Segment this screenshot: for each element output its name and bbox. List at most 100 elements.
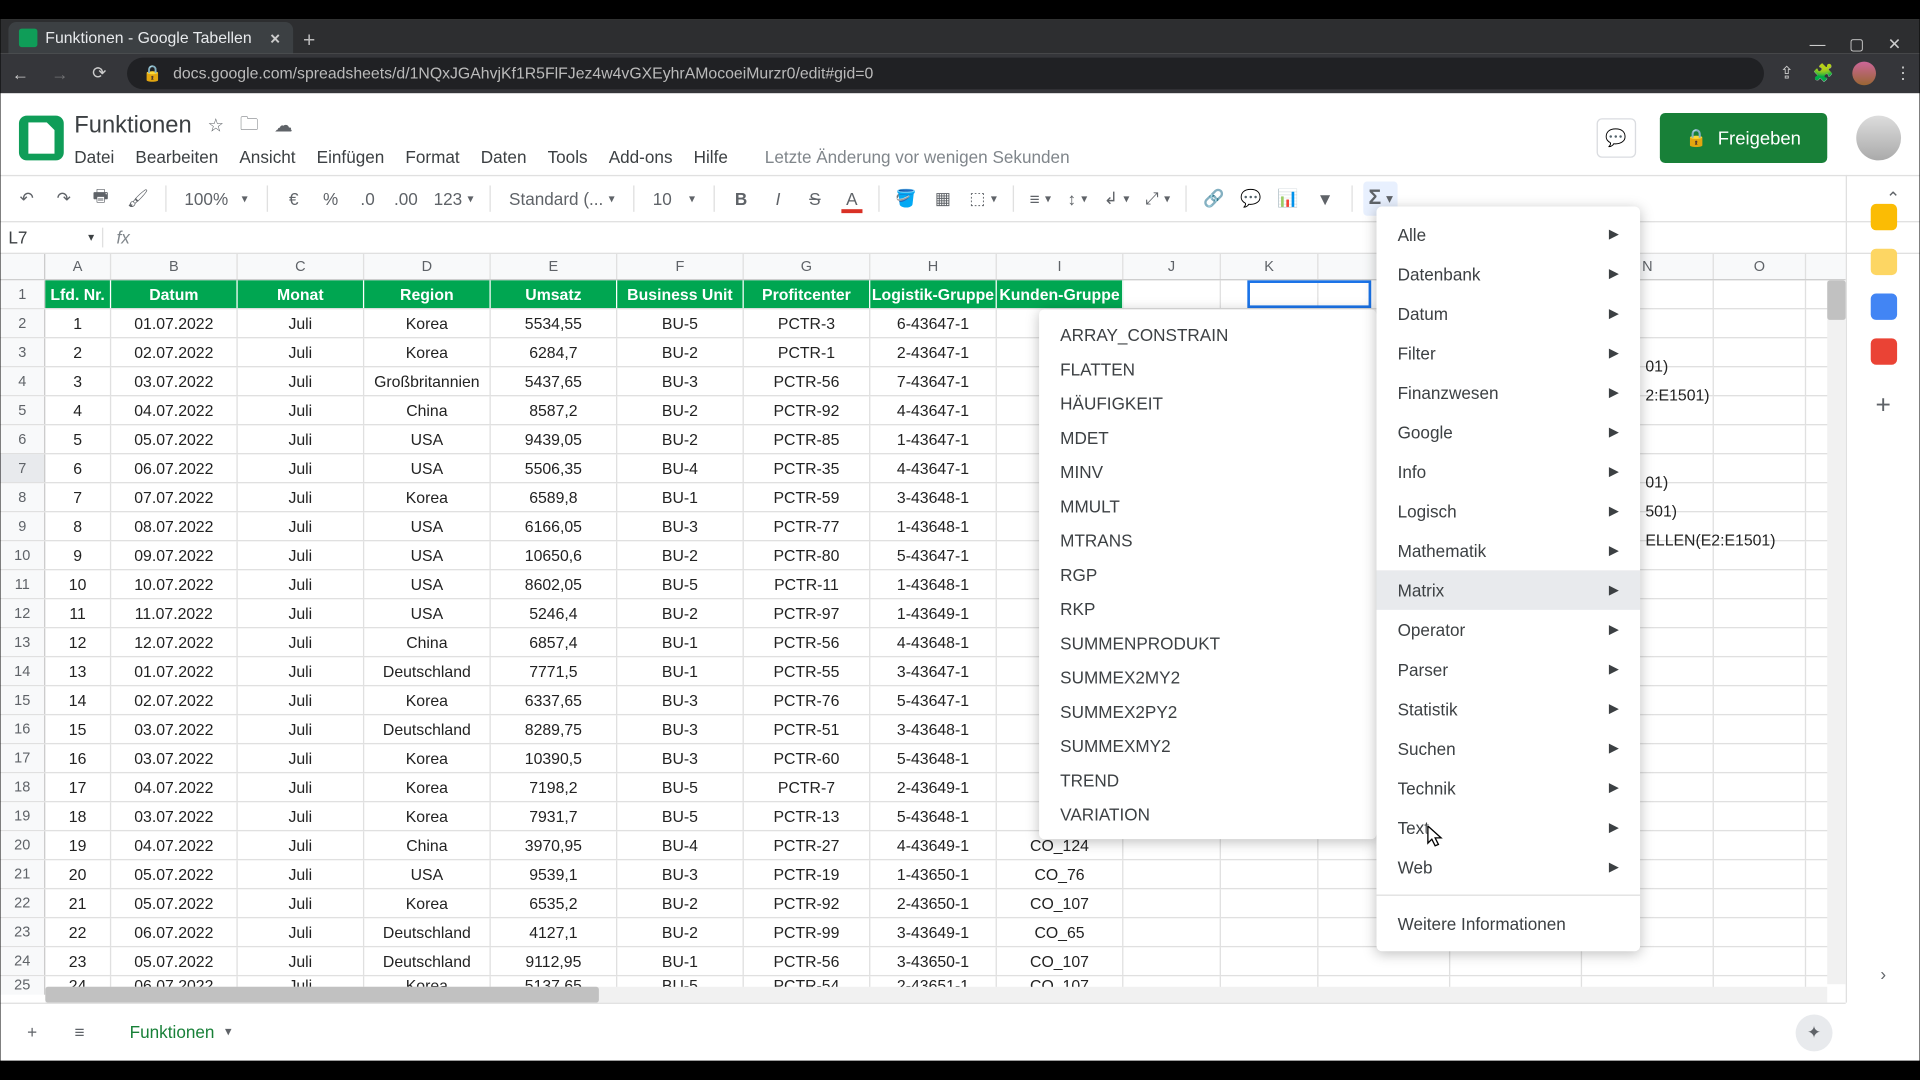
cell[interactable] [1714, 657, 1806, 685]
cell[interactable]: 5 [45, 425, 111, 453]
cell[interactable]: BU-2 [617, 338, 744, 366]
row-number[interactable]: 1 [0, 280, 45, 308]
cell[interactable]: Juli [238, 338, 365, 366]
text-color-button[interactable]: A [836, 182, 868, 216]
print-button[interactable]: 🖶 [85, 182, 117, 216]
close-tab-icon[interactable]: × [270, 28, 280, 48]
cell[interactable]: 11.07.2022 [111, 599, 238, 627]
row-number[interactable]: 10 [0, 541, 45, 569]
cell[interactable]: 01.07.2022 [111, 657, 238, 685]
cell[interactable] [1714, 483, 1806, 511]
account-avatar[interactable] [1856, 116, 1901, 161]
cell[interactable]: USA [364, 860, 491, 888]
keep-addon-icon[interactable] [1870, 249, 1896, 275]
row-number[interactable]: 5 [0, 396, 45, 424]
cell[interactable]: China [364, 628, 491, 656]
function-item[interactable]: VARIATION [1039, 797, 1376, 831]
cell[interactable]: 3-43650-1 [870, 947, 997, 975]
row-number[interactable]: 19 [0, 802, 45, 830]
reload-icon[interactable]: ⟳ [87, 63, 111, 84]
cell[interactable]: 05.07.2022 [111, 889, 238, 917]
close-window-icon[interactable]: ✕ [1888, 35, 1901, 53]
cell[interactable]: 5-43647-1 [870, 541, 997, 569]
function-item[interactable]: ARRAY_CONSTRAIN [1039, 317, 1376, 351]
cell[interactable]: Juli [238, 396, 365, 424]
font-size-select[interactable]: 10 [645, 182, 703, 216]
url-bar[interactable]: 🔒 docs.google.com/spreadsheets/d/1NQxJGA… [127, 58, 1764, 90]
sheet-tab-menu-icon[interactable]: ▾ [225, 1025, 232, 1039]
category-item[interactable]: Datum▶ [1376, 294, 1640, 334]
browser-tab[interactable]: Funktionen - Google Tabellen × [8, 22, 293, 54]
cell[interactable]: 10650,6 [491, 541, 618, 569]
row-number[interactable]: 17 [0, 744, 45, 772]
cell[interactable]: 4-43649-1 [870, 831, 997, 859]
cell[interactable]: 01.07.2022 [111, 309, 238, 337]
cell[interactable] [1450, 947, 1582, 975]
comments-button[interactable]: 💬 [1596, 118, 1636, 158]
cell[interactable]: 5506,35 [491, 454, 618, 482]
cell[interactable]: Juli [238, 309, 365, 337]
function-item[interactable]: MMULT [1039, 489, 1376, 523]
cell[interactable]: USA [364, 425, 491, 453]
cell[interactable]: Juli [238, 715, 365, 743]
row-number[interactable]: 4 [0, 367, 45, 395]
cell[interactable]: 19 [45, 831, 111, 859]
category-more-info[interactable]: Weitere Informationen [1376, 904, 1640, 944]
cell[interactable] [1714, 425, 1806, 453]
cell[interactable] [1123, 947, 1221, 975]
cell[interactable]: Juli [238, 628, 365, 656]
column-header[interactable]: F [617, 254, 744, 279]
menu-tools[interactable]: Tools [548, 147, 588, 167]
cell[interactable]: PCTR-80 [744, 541, 871, 569]
cell[interactable] [1714, 715, 1806, 743]
cell[interactable]: 1-43650-1 [870, 860, 997, 888]
cell[interactable]: Korea [364, 686, 491, 714]
cell[interactable]: 04.07.2022 [111, 773, 238, 801]
cell[interactable]: Korea [364, 773, 491, 801]
cell[interactable]: 6284,7 [491, 338, 618, 366]
contacts-addon-icon[interactable] [1870, 338, 1896, 364]
cell[interactable] [1714, 367, 1806, 395]
cell[interactable]: PCTR-11 [744, 570, 871, 598]
cell[interactable]: Juli [238, 483, 365, 511]
cell[interactable]: Korea [364, 802, 491, 830]
cell[interactable]: Deutschland [364, 657, 491, 685]
row-number[interactable]: 6 [0, 425, 45, 453]
cell[interactable]: Juli [238, 918, 365, 946]
cell[interactable]: PCTR-7 [744, 773, 871, 801]
cell[interactable]: 05.07.2022 [111, 947, 238, 975]
cell[interactable]: 05.07.2022 [111, 860, 238, 888]
document-name[interactable]: Funktionen [74, 112, 191, 140]
function-item[interactable]: MTRANS [1039, 523, 1376, 557]
cell[interactable] [1221, 889, 1319, 917]
category-item[interactable]: Web▶ [1376, 847, 1640, 887]
column-header[interactable]: O [1714, 254, 1806, 279]
header-cell[interactable]: Umsatz [491, 280, 618, 308]
function-item[interactable]: SUMMEXMY2 [1039, 728, 1376, 762]
category-item[interactable]: Filter▶ [1376, 333, 1640, 373]
cell[interactable]: Deutschland [364, 918, 491, 946]
paint-format-button[interactable]: 🖌 [122, 182, 154, 216]
cell[interactable]: 14 [45, 686, 111, 714]
column-header[interactable]: B [111, 254, 238, 279]
cell[interactable]: 6166,05 [491, 512, 618, 540]
cell[interactable]: PCTR-1 [744, 338, 871, 366]
column-header[interactable]: J [1123, 254, 1221, 279]
menu-ansicht[interactable]: Ansicht [239, 147, 295, 167]
cell[interactable]: BU-5 [617, 773, 744, 801]
cell[interactable]: BU-1 [617, 483, 744, 511]
cell[interactable]: USA [364, 541, 491, 569]
explore-button[interactable]: ✦ [1796, 1014, 1833, 1051]
fill-color-button[interactable]: 🪣 [890, 182, 922, 216]
increase-decimal-button[interactable]: .00 [389, 182, 423, 216]
cell[interactable]: 5534,55 [491, 309, 618, 337]
cell[interactable]: 03.07.2022 [111, 367, 238, 395]
header-cell[interactable]: Monat [238, 280, 365, 308]
cell[interactable]: Juli [238, 599, 365, 627]
header-cell[interactable]: Profitcenter [744, 280, 871, 308]
cell[interactable]: 8587,2 [491, 396, 618, 424]
cell[interactable]: 10 [45, 570, 111, 598]
menu-datei[interactable]: Datei [74, 147, 114, 167]
cell[interactable]: 8602,05 [491, 570, 618, 598]
cell[interactable]: 4-43648-1 [870, 628, 997, 656]
